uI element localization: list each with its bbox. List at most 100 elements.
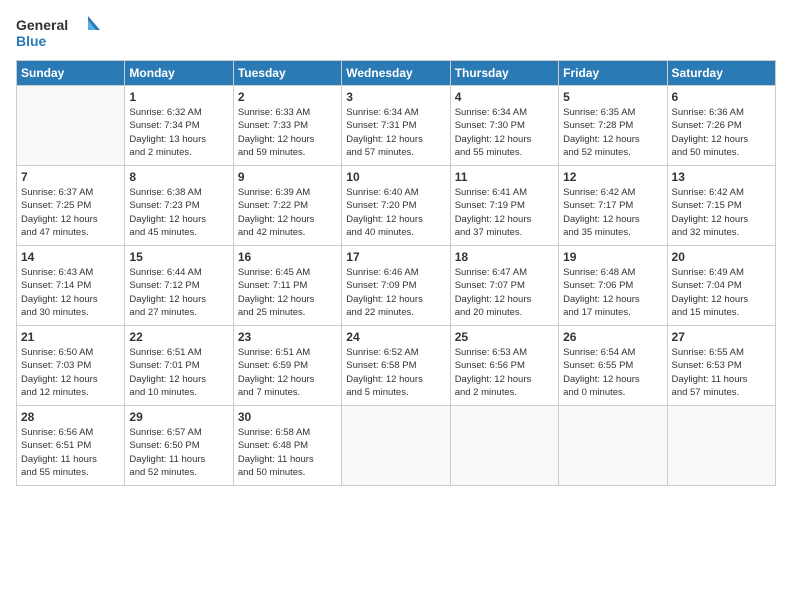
day-info: Sunrise: 6:54 AMSunset: 6:55 PMDaylight:… bbox=[563, 346, 662, 399]
day-cell: 8 Sunrise: 6:38 AMSunset: 7:23 PMDaylight… bbox=[125, 166, 233, 246]
day-cell bbox=[342, 406, 450, 486]
day-info: Sunrise: 6:34 AMSunset: 7:31 PMDaylight:… bbox=[346, 106, 445, 159]
day-cell: 28 Sunrise: 6:56 AMSunset: 6:51 PMDayligh… bbox=[17, 406, 125, 486]
day-info: Sunrise: 6:42 AMSunset: 7:17 PMDaylight:… bbox=[563, 186, 662, 239]
day-number: 21 bbox=[21, 330, 120, 344]
day-info: Sunrise: 6:34 AMSunset: 7:30 PMDaylight:… bbox=[455, 106, 554, 159]
day-info: Sunrise: 6:40 AMSunset: 7:20 PMDaylight:… bbox=[346, 186, 445, 239]
header: GeneralBlue bbox=[16, 12, 776, 52]
day-cell: 26 Sunrise: 6:54 AMSunset: 6:55 PMDayligh… bbox=[559, 326, 667, 406]
day-number: 9 bbox=[238, 170, 337, 184]
day-cell bbox=[667, 406, 775, 486]
day-number: 26 bbox=[563, 330, 662, 344]
day-number: 28 bbox=[21, 410, 120, 424]
day-header-sunday: Sunday bbox=[17, 61, 125, 86]
day-header-saturday: Saturday bbox=[667, 61, 775, 86]
day-number: 4 bbox=[455, 90, 554, 104]
day-info: Sunrise: 6:51 AMSunset: 7:01 PMDaylight:… bbox=[129, 346, 228, 399]
day-cell: 25 Sunrise: 6:53 AMSunset: 6:56 PMDayligh… bbox=[450, 326, 558, 406]
day-info: Sunrise: 6:52 AMSunset: 6:58 PMDaylight:… bbox=[346, 346, 445, 399]
day-info: Sunrise: 6:56 AMSunset: 6:51 PMDaylight:… bbox=[21, 426, 120, 479]
day-cell: 9 Sunrise: 6:39 AMSunset: 7:22 PMDaylight… bbox=[233, 166, 341, 246]
day-info: Sunrise: 6:48 AMSunset: 7:06 PMDaylight:… bbox=[563, 266, 662, 319]
day-info: Sunrise: 6:33 AMSunset: 7:33 PMDaylight:… bbox=[238, 106, 337, 159]
day-info: Sunrise: 6:55 AMSunset: 6:53 PMDaylight:… bbox=[672, 346, 771, 399]
day-info: Sunrise: 6:42 AMSunset: 7:15 PMDaylight:… bbox=[672, 186, 771, 239]
day-number: 11 bbox=[455, 170, 554, 184]
day-cell: 30Sunrise: 6:58 AMSunset: 6:48 PMDayligh… bbox=[233, 406, 341, 486]
day-cell: 20 Sunrise: 6:49 AMSunset: 7:04 PMDayligh… bbox=[667, 246, 775, 326]
day-number: 15 bbox=[129, 250, 228, 264]
day-info: Sunrise: 6:50 AMSunset: 7:03 PMDaylight:… bbox=[21, 346, 120, 399]
day-cell: 24 Sunrise: 6:52 AMSunset: 6:58 PMDayligh… bbox=[342, 326, 450, 406]
day-info: Sunrise: 6:44 AMSunset: 7:12 PMDaylight:… bbox=[129, 266, 228, 319]
day-info: Sunrise: 6:37 AMSunset: 7:25 PMDaylight:… bbox=[21, 186, 120, 239]
day-number: 24 bbox=[346, 330, 445, 344]
day-cell: 17 Sunrise: 6:46 AMSunset: 7:09 PMDayligh… bbox=[342, 246, 450, 326]
day-number: 2 bbox=[238, 90, 337, 104]
day-cell: 11 Sunrise: 6:41 AMSunset: 7:19 PMDayligh… bbox=[450, 166, 558, 246]
day-cell: 10 Sunrise: 6:40 AMSunset: 7:20 PMDayligh… bbox=[342, 166, 450, 246]
day-number: 17 bbox=[346, 250, 445, 264]
day-number: 27 bbox=[672, 330, 771, 344]
day-cell: 12 Sunrise: 6:42 AMSunset: 7:17 PMDayligh… bbox=[559, 166, 667, 246]
day-number: 1 bbox=[129, 90, 228, 104]
day-number: 7 bbox=[21, 170, 120, 184]
day-info: Sunrise: 6:32 AMSunset: 7:34 PMDaylight:… bbox=[129, 106, 228, 159]
day-number: 12 bbox=[563, 170, 662, 184]
day-info: Sunrise: 6:57 AMSunset: 6:50 PMDaylight:… bbox=[129, 426, 228, 479]
day-info: Sunrise: 6:39 AMSunset: 7:22 PMDaylight:… bbox=[238, 186, 337, 239]
day-info: Sunrise: 6:38 AMSunset: 7:23 PMDaylight:… bbox=[129, 186, 228, 239]
day-number: 16 bbox=[238, 250, 337, 264]
day-cell bbox=[450, 406, 558, 486]
day-cell: 1 Sunrise: 6:32 AMSunset: 7:34 PMDaylight… bbox=[125, 86, 233, 166]
day-info: Sunrise: 6:41 AMSunset: 7:19 PMDaylight:… bbox=[455, 186, 554, 239]
day-number: 5 bbox=[563, 90, 662, 104]
day-info: Sunrise: 6:47 AMSunset: 7:07 PMDaylight:… bbox=[455, 266, 554, 319]
day-cell: 2 Sunrise: 6:33 AMSunset: 7:33 PMDaylight… bbox=[233, 86, 341, 166]
day-cell: 13Sunrise: 6:42 AMSunset: 7:15 PMDayligh… bbox=[667, 166, 775, 246]
day-info: Sunrise: 6:45 AMSunset: 7:11 PMDaylight:… bbox=[238, 266, 337, 319]
day-number: 8 bbox=[129, 170, 228, 184]
day-info: Sunrise: 6:36 AMSunset: 7:26 PMDaylight:… bbox=[672, 106, 771, 159]
day-number: 25 bbox=[455, 330, 554, 344]
day-number: 10 bbox=[346, 170, 445, 184]
day-header-friday: Friday bbox=[559, 61, 667, 86]
day-header-thursday: Thursday bbox=[450, 61, 558, 86]
day-cell: 15 Sunrise: 6:44 AMSunset: 7:12 PMDayligh… bbox=[125, 246, 233, 326]
page-container: GeneralBlue SundayMondayTuesdayWednesday… bbox=[0, 0, 792, 498]
day-number: 18 bbox=[455, 250, 554, 264]
day-cell: 19 Sunrise: 6:48 AMSunset: 7:06 PMDayligh… bbox=[559, 246, 667, 326]
day-number: 22 bbox=[129, 330, 228, 344]
day-number: 6 bbox=[672, 90, 771, 104]
day-header-wednesday: Wednesday bbox=[342, 61, 450, 86]
week-row-5: 28 Sunrise: 6:56 AMSunset: 6:51 PMDayligh… bbox=[17, 406, 776, 486]
day-cell: 16 Sunrise: 6:45 AMSunset: 7:11 PMDayligh… bbox=[233, 246, 341, 326]
days-header-row: SundayMondayTuesdayWednesdayThursdayFrid… bbox=[17, 61, 776, 86]
day-number: 30 bbox=[238, 410, 337, 424]
svg-text:Blue: Blue bbox=[16, 33, 47, 49]
day-info: Sunrise: 6:46 AMSunset: 7:09 PMDaylight:… bbox=[346, 266, 445, 319]
calendar-table: SundayMondayTuesdayWednesdayThursdayFrid… bbox=[16, 60, 776, 486]
week-row-1: 1 Sunrise: 6:32 AMSunset: 7:34 PMDaylight… bbox=[17, 86, 776, 166]
day-cell bbox=[17, 86, 125, 166]
day-cell: 23Sunrise: 6:51 AMSunset: 6:59 PMDayligh… bbox=[233, 326, 341, 406]
day-info: Sunrise: 6:49 AMSunset: 7:04 PMDaylight:… bbox=[672, 266, 771, 319]
day-cell: 6 Sunrise: 6:36 AMSunset: 7:26 PMDaylight… bbox=[667, 86, 775, 166]
day-number: 19 bbox=[563, 250, 662, 264]
day-cell: 18 Sunrise: 6:47 AMSunset: 7:07 PMDayligh… bbox=[450, 246, 558, 326]
day-info: Sunrise: 6:53 AMSunset: 6:56 PMDaylight:… bbox=[455, 346, 554, 399]
day-cell: 27 Sunrise: 6:55 AMSunset: 6:53 PMDayligh… bbox=[667, 326, 775, 406]
day-info: Sunrise: 6:51 AMSunset: 6:59 PMDaylight:… bbox=[238, 346, 337, 399]
logo: GeneralBlue bbox=[16, 12, 106, 52]
day-number: 20 bbox=[672, 250, 771, 264]
day-cell: 29 Sunrise: 6:57 AMSunset: 6:50 PMDayligh… bbox=[125, 406, 233, 486]
day-cell: 3 Sunrise: 6:34 AMSunset: 7:31 PMDaylight… bbox=[342, 86, 450, 166]
day-cell: 5 Sunrise: 6:35 AMSunset: 7:28 PMDaylight… bbox=[559, 86, 667, 166]
day-info: Sunrise: 6:35 AMSunset: 7:28 PMDaylight:… bbox=[563, 106, 662, 159]
week-row-3: 14Sunrise: 6:43 AMSunset: 7:14 PMDayligh… bbox=[17, 246, 776, 326]
day-number: 3 bbox=[346, 90, 445, 104]
week-row-2: 7 Sunrise: 6:37 AMSunset: 7:25 PMDaylight… bbox=[17, 166, 776, 246]
day-cell: 14Sunrise: 6:43 AMSunset: 7:14 PMDayligh… bbox=[17, 246, 125, 326]
day-number: 29 bbox=[129, 410, 228, 424]
